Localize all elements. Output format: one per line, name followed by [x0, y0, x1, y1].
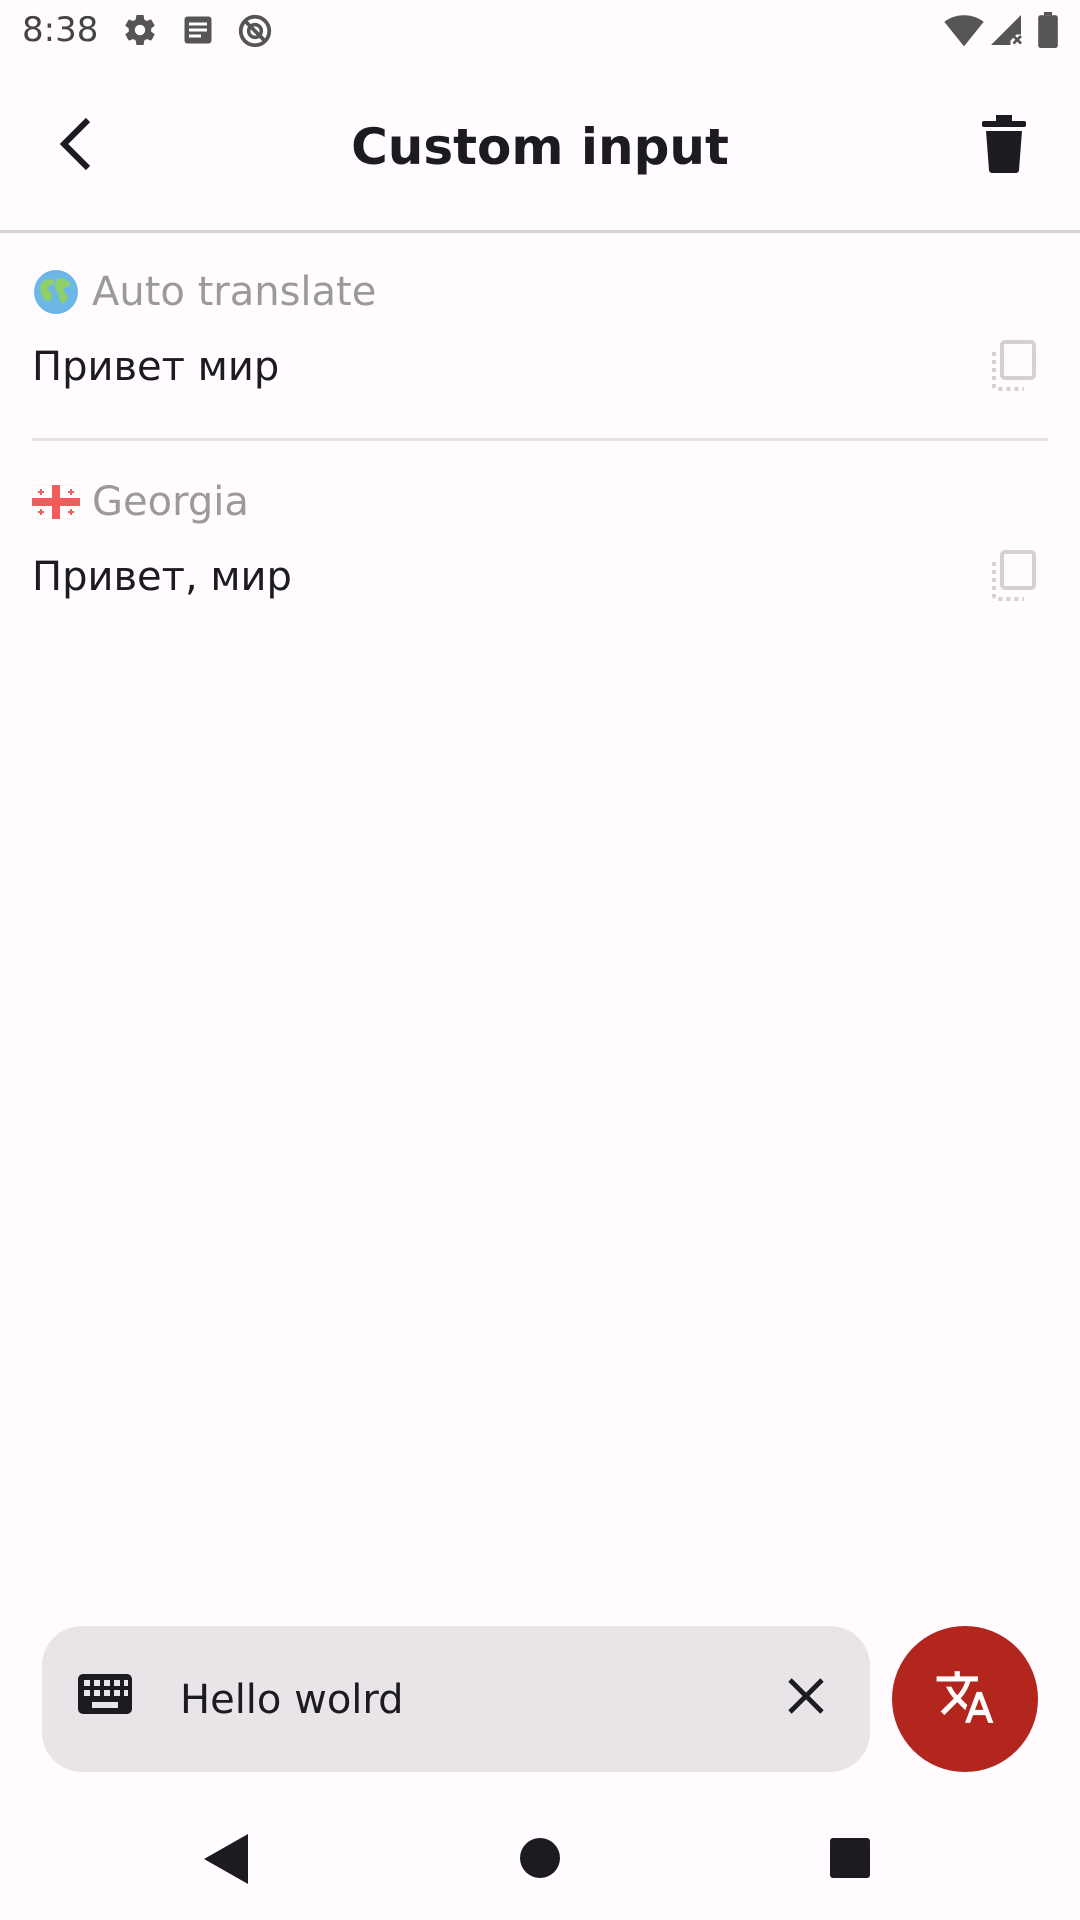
language-label: Auto translate: [92, 269, 377, 315]
georgia-flag-icon: [32, 478, 80, 526]
nav-home-icon[interactable]: [520, 1838, 560, 1882]
clear-button[interactable]: [776, 1668, 836, 1728]
notes-icon: [180, 12, 216, 52]
copy-button[interactable]: [984, 338, 1040, 394]
result-item-auto: Auto translate Привет мир: [32, 264, 1048, 391]
copy-button[interactable]: [984, 548, 1040, 604]
custom-text-input[interactable]: [178, 1666, 742, 1734]
translation-text: Привет, мир: [32, 554, 292, 600]
result-divider: [32, 438, 1048, 441]
status-time: 8:38: [22, 10, 99, 50]
delete-button[interactable]: [968, 110, 1040, 182]
text-input-bar: [42, 1626, 870, 1772]
translate-button[interactable]: [892, 1626, 1038, 1772]
page-title: Custom input: [351, 118, 729, 176]
navigation-bar: [0, 1800, 1080, 1920]
translate-icon: [934, 1666, 996, 1732]
nav-back-icon[interactable]: [204, 1834, 248, 1888]
trash-icon: [982, 115, 1026, 177]
close-icon: [786, 1676, 826, 1720]
screen: 8:38 Custom input Auto translate Привет …: [0, 0, 1080, 1920]
result-item-georgia: Georgia Привет, мир: [32, 474, 1048, 601]
wifi-icon: [944, 12, 984, 52]
keyboard-icon[interactable]: [78, 1674, 132, 1718]
status-bar: 8:38: [0, 0, 1080, 64]
language-label: Georgia: [92, 479, 249, 525]
battery-icon: [1038, 12, 1058, 52]
copy-icon: [984, 550, 1040, 608]
copy-icon: [984, 340, 1040, 398]
do-not-disturb-icon: [236, 12, 274, 54]
app-bar-divider: [0, 230, 1080, 233]
app-bar: Custom input: [0, 64, 1080, 230]
nav-recents-icon[interactable]: [830, 1838, 870, 1882]
gear-icon: [122, 12, 158, 52]
translation-text: Привет мир: [32, 344, 280, 390]
globe-icon: [32, 268, 80, 316]
signal-icon: [988, 12, 1024, 52]
